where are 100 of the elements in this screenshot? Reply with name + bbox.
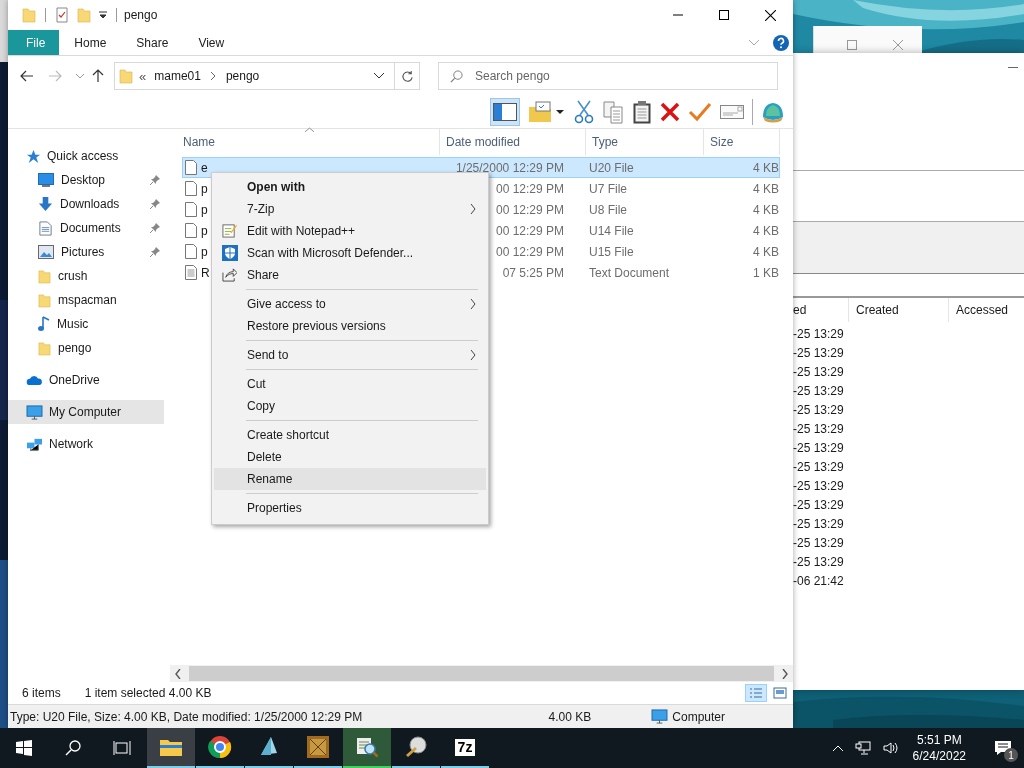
taskbar-app[interactable]: 7z [441, 728, 489, 768]
column-header[interactable]: Size [704, 129, 780, 155]
table-cell: 1 KB [753, 265, 779, 280]
up-arrow-icon[interactable] [92, 69, 104, 83]
menu-item[interactable]: Send to [214, 344, 486, 366]
delete-icon[interactable] [660, 102, 680, 122]
nav-item[interactable]: Quick access [8, 144, 164, 168]
menu-item[interactable]: Create shortcut [214, 424, 486, 446]
magnifier-icon [404, 735, 428, 759]
menu-item[interactable]: Give access to [214, 293, 486, 315]
chevron-icon[interactable] [374, 73, 384, 79]
column-header[interactable]: Name [177, 129, 440, 155]
back-arrow-icon[interactable] [20, 70, 34, 82]
table-cell: 00 12:29 PM [495, 181, 564, 196]
pane-icon [493, 103, 517, 121]
clock-date[interactable]: 6/24/2022 [912, 748, 966, 764]
column-header[interactable]: Type [586, 129, 704, 155]
clipboard-icon[interactable] [632, 100, 652, 124]
taskbar-app[interactable] [147, 728, 195, 768]
close-icon[interactable] [893, 40, 903, 50]
table-cell: -06 21:42 [793, 573, 844, 588]
details-text: Type: U20 File, Size: 4.00 KB, Date modified: 1/25/2000 12:29 PM [10, 709, 363, 724]
minimize-icon[interactable] [1007, 67, 1019, 69]
nav-item[interactable]: crush [8, 264, 164, 288]
table-cell: U15 File [589, 244, 634, 259]
nav-item[interactable]: Desktop [8, 168, 164, 192]
pin-icon[interactable] [150, 175, 160, 185]
pin-icon[interactable] [150, 223, 160, 233]
menu-item[interactable]: Copy [214, 395, 486, 417]
ribbon-tab[interactable]: File [8, 30, 60, 55]
layout-button[interactable] [490, 98, 520, 126]
scrollbar-thumb[interactable] [189, 666, 774, 681]
help-icon[interactable] [773, 34, 789, 51]
column-header[interactable]: Accessed [948, 298, 1024, 322]
nav-item[interactable]: pengo [8, 336, 164, 360]
item-name[interactable]: e [201, 160, 208, 175]
taskbar-app[interactable] [343, 728, 391, 768]
pin-icon[interactable] [150, 199, 160, 209]
pin-icon[interactable] [150, 247, 160, 257]
nav-item[interactable]: Music [8, 312, 164, 336]
nav-item[interactable]: Documents [8, 216, 164, 240]
nav-item[interactable]: mspacman [8, 288, 164, 312]
menu-item[interactable]: Open with [214, 176, 486, 198]
document-icon [38, 220, 53, 236]
table-cell: 4 KB [753, 181, 779, 196]
column-header[interactable]: ed [793, 298, 848, 322]
item-name[interactable]: p [201, 181, 208, 196]
nav-item[interactable]: My Computer [8, 400, 164, 424]
caret-icon[interactable] [99, 11, 107, 19]
table-cell: -25 13:29 [793, 497, 844, 512]
caret-icon[interactable] [556, 110, 564, 114]
scissors-icon[interactable] [574, 100, 594, 124]
search-field[interactable]: Search pengo [438, 62, 778, 90]
menu-item[interactable]: Edit with Notepad++ [214, 220, 486, 242]
item-name[interactable]: p [201, 202, 208, 217]
network-icon[interactable] [854, 741, 871, 755]
menu-item[interactable]: 7-Zip [214, 198, 486, 220]
file-icon [185, 202, 197, 217]
properties-icon[interactable] [55, 7, 69, 23]
ribbon-tab[interactable]: Home [59, 30, 122, 55]
table-cell: -25 13:29 [793, 516, 844, 531]
shell-icon[interactable] [761, 101, 785, 123]
maximize-icon[interactable] [847, 40, 857, 50]
nav-item[interactable]: Pictures [8, 240, 164, 264]
breadcrumb[interactable]: pengo [225, 69, 260, 83]
clock-time[interactable]: 5:51 PM [916, 732, 962, 748]
menu-item[interactable]: Delete [214, 446, 486, 468]
speaker-icon[interactable] [882, 741, 899, 755]
menu-item[interactable]: Share [214, 264, 486, 286]
close-icon [764, 9, 776, 21]
overflow-chevrons[interactable]: « [139, 68, 147, 84]
ribbon-tab[interactable]: Share [121, 30, 184, 55]
checkmark-icon[interactable] [688, 102, 712, 122]
chevron-icon[interactable] [210, 72, 216, 80]
card-icon[interactable] [720, 104, 744, 120]
nav-item[interactable]: Downloads [8, 192, 164, 216]
menu-item[interactable]: Restore previous versions [214, 315, 486, 337]
menu-item[interactable]: Properties [214, 497, 486, 519]
column-header[interactable]: Created [848, 298, 948, 322]
table-cell: 07 5:25 PM [502, 265, 564, 280]
address-bar[interactable]: « mame01 pengo [114, 62, 420, 90]
nav-item[interactable]: Network [8, 432, 164, 456]
refresh-icon[interactable] [400, 69, 414, 83]
scrollbar[interactable] [170, 665, 793, 682]
item-name[interactable]: p [201, 244, 208, 259]
breadcrumb[interactable]: mame01 [154, 69, 201, 83]
table-cell: -25 13:29 [793, 535, 844, 550]
nav-item[interactable]: OneDrive [8, 368, 164, 392]
menu-item[interactable]: Rename [214, 468, 486, 490]
item-name[interactable]: R [201, 265, 210, 280]
crate-icon [306, 735, 330, 759]
menu-item[interactable]: Cut [214, 373, 486, 395]
item-name[interactable]: p [201, 223, 208, 238]
column-header[interactable]: Date modified [440, 129, 586, 155]
item-count: 6 items [22, 686, 61, 700]
ribbon-tab[interactable]: View [183, 30, 240, 55]
table-cell: -25 13:29 [793, 421, 844, 436]
table-cell: U14 File [589, 223, 634, 238]
chevron-up-icon[interactable] [832, 745, 843, 751]
menu-item[interactable]: Scan with Microsoft Defender... [214, 242, 486, 264]
